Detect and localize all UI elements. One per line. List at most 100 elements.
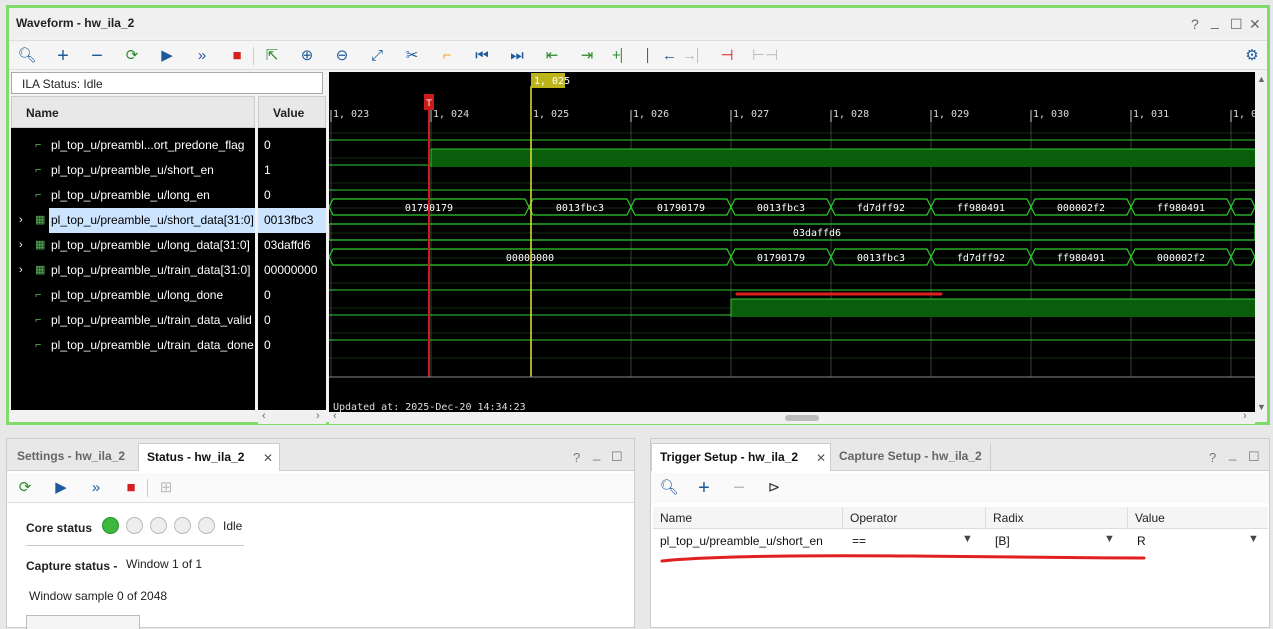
next-marker-icon[interactable]: →⎸	[682, 46, 712, 66]
signal-row[interactable]: ⌐ pl_top_u/preamble_u/long_done	[11, 283, 255, 308]
expand-chevron-icon[interactable]: ›	[19, 233, 23, 258]
add-marker-icon[interactable]: +⎸	[612, 46, 636, 66]
remove-icon[interactable]: −	[87, 46, 107, 66]
run-trigger-continuous-icon[interactable]: »	[192, 46, 212, 66]
signal-value[interactable]: 0	[258, 333, 326, 358]
column-header-value[interactable]: Value	[1128, 507, 1268, 529]
chevron-down-icon[interactable]: ▼	[1248, 533, 1259, 545]
signal-row[interactable]: ⌐ pl_top_u/preambl...ort_predone_flag	[11, 133, 255, 158]
trigger-operator-select[interactable]: ==	[843, 530, 875, 552]
search-icon[interactable]: 🔍︎	[17, 46, 37, 66]
expand-chevron-icon[interactable]: ›	[19, 208, 23, 233]
maximize-button[interactable]: ☐	[1230, 16, 1243, 33]
signal-value[interactable]: 0	[258, 283, 326, 308]
stop-trigger-icon[interactable]: ■	[227, 46, 247, 66]
trigger-value-select[interactable]: R	[1128, 530, 1155, 552]
help-button[interactable]: ?	[573, 450, 580, 465]
fit-cursors-icon[interactable]: ⊢⊣	[752, 46, 778, 66]
close-tab-icon[interactable]: ✕	[263, 451, 273, 465]
run-trigger-icon[interactable]: ▶	[157, 46, 177, 66]
minimize-button[interactable]: _	[1229, 446, 1236, 461]
signal-value[interactable]: 0	[258, 183, 326, 208]
signal-row[interactable]: ⌐ pl_top_u/preamble_u/short_en	[11, 158, 255, 183]
signal-row[interactable]: › ▦ pl_top_u/preamble_u/long_data[31:0]	[11, 233, 255, 258]
signal-row[interactable]: ⌐ pl_top_u/preamble_u/train_data_valid	[11, 308, 255, 333]
vertical-scrollbar[interactable]: ▲ ▼	[1255, 72, 1267, 418]
trigger-radix-select[interactable]: [B]	[986, 530, 1019, 552]
signal-value[interactable]: 03daffd6	[258, 233, 326, 258]
signal-name: pl_top_u/preamble_u/short_en	[51, 163, 214, 177]
signal-row[interactable]: › ▦ pl_top_u/preamble_u/short_data[31:0]	[11, 208, 255, 233]
previous-transition-icon[interactable]: ⇤	[542, 46, 562, 66]
maximize-button[interactable]: ☐	[611, 449, 623, 465]
trigger-probe-name[interactable]: pl_top_u/preamble_u/short_en	[651, 530, 832, 552]
signal-value-list: 0 1 0 0013fbc3 03daffd6 00000000 0 0 0	[258, 128, 326, 410]
signal-value[interactable]: 1	[258, 158, 326, 183]
run-trigger-continuous-icon[interactable]: »	[86, 478, 106, 498]
waveform-horizontal-scrollbar[interactable]: ‹ ›	[329, 410, 1255, 424]
bus-value-label: 00000000	[506, 253, 554, 264]
go-to-last-icon[interactable]: ⏭	[507, 46, 527, 66]
column-header-name[interactable]: Name	[653, 507, 843, 529]
scrollbar-thumb[interactable]	[785, 415, 819, 421]
close-button[interactable]: ✕	[1249, 16, 1261, 33]
signal-row[interactable]: ⌐ pl_top_u/preamble_u/long_en	[11, 183, 255, 208]
tab-settings[interactable]: Settings - hw_ila_2	[9, 443, 133, 471]
tab-capture-setup[interactable]: Capture Setup - hw_ila_2	[831, 443, 991, 471]
signal-value[interactable]: 0013fbc3	[258, 208, 326, 233]
settings-gear-icon[interactable]: ⚙	[1242, 46, 1262, 66]
status-indicator	[126, 517, 143, 534]
swap-cursors-icon[interactable]: ⊣	[717, 46, 737, 66]
column-header-radix[interactable]: Radix	[986, 507, 1128, 529]
help-button[interactable]: ?	[1191, 16, 1199, 32]
add-icon[interactable]: +	[53, 46, 73, 66]
status-indicator-idle	[102, 517, 119, 534]
previous-marker-icon[interactable]: ⎸←	[647, 46, 677, 66]
bus-signal-icon: ▦	[35, 264, 46, 276]
signal-row[interactable]: › ▦ pl_top_u/preamble_u/train_data[31:0]	[11, 258, 255, 283]
waveform-canvas[interactable]: 1, 023 1, 024 1, 025 1, 026 1, 027 1, 028 1, 0…	[329, 72, 1255, 412]
remove-probe-icon[interactable]: −	[729, 478, 749, 498]
chevron-down-icon[interactable]: ▼	[962, 533, 973, 545]
waveform-titlebar: Waveform - hw_ila_2 ? _ ☐ ✕	[9, 8, 1267, 38]
zoom-fit-icon[interactable]: ⤢	[367, 46, 387, 66]
zoom-out-icon[interactable]: ⊖	[332, 46, 352, 66]
value-column-header[interactable]: Value	[258, 96, 326, 128]
bus-value-label: 01790179	[657, 203, 705, 214]
go-to-first-icon[interactable]: ⏮	[472, 46, 492, 66]
auto-rearm-icon[interactable]: ⊞	[156, 478, 176, 498]
help-button[interactable]: ?	[1209, 450, 1216, 465]
minimize-button[interactable]: _	[593, 446, 600, 461]
name-column-header[interactable]: Name	[11, 96, 255, 128]
waveform-title: Waveform - hw_ila_2	[16, 16, 135, 30]
minimize-button[interactable]: _	[1211, 13, 1219, 29]
tab-status[interactable]: Status - hw_ila_2 ✕	[138, 443, 280, 471]
zoom-in-icon[interactable]: ⊕	[297, 46, 317, 66]
run-trigger-icon[interactable]: ▶	[51, 478, 71, 498]
chevron-down-icon[interactable]: ▼	[1104, 533, 1115, 545]
run-trigger-immediate-icon[interactable]: ⟳	[15, 478, 35, 498]
run-trigger-immediate-icon[interactable]: ⟳	[122, 46, 142, 66]
snap-icon[interactable]: ✂	[402, 46, 422, 66]
bus-segment	[1230, 248, 1255, 266]
expand-chevron-icon[interactable]: ›	[19, 258, 23, 283]
close-tab-icon[interactable]: ✕	[816, 451, 826, 465]
maximize-button[interactable]: ☐	[1248, 449, 1260, 465]
column-header-operator[interactable]: Operator	[843, 507, 986, 529]
red-underline-annotation	[660, 554, 1146, 563]
search-icon[interactable]: 🔍︎	[659, 478, 679, 498]
tab-trigger-setup[interactable]: Trigger Setup - hw_ila_2 ✕	[651, 443, 831, 471]
go-to-time-zero-icon[interactable]: ⌐	[437, 46, 457, 66]
signal-row[interactable]: ⌐ pl_top_u/preamble_u/train_data_done	[11, 333, 255, 358]
signal-value[interactable]: 00000000	[258, 258, 326, 283]
time-tick-label: 1, 023	[333, 109, 369, 120]
signal-value[interactable]: 0	[258, 133, 326, 158]
value-horizontal-scrollbar[interactable]: ‹ ›	[258, 410, 326, 424]
add-probe-icon[interactable]: +	[694, 478, 714, 498]
trigger-condition-icon[interactable]: ⊳	[764, 478, 784, 498]
stop-trigger-icon[interactable]: ■	[121, 478, 141, 498]
signal-value[interactable]: 0	[258, 308, 326, 333]
partial-button[interactable]	[26, 615, 140, 629]
export-icon[interactable]: ⇱	[262, 46, 282, 66]
next-transition-icon[interactable]: ⇥	[577, 46, 597, 66]
